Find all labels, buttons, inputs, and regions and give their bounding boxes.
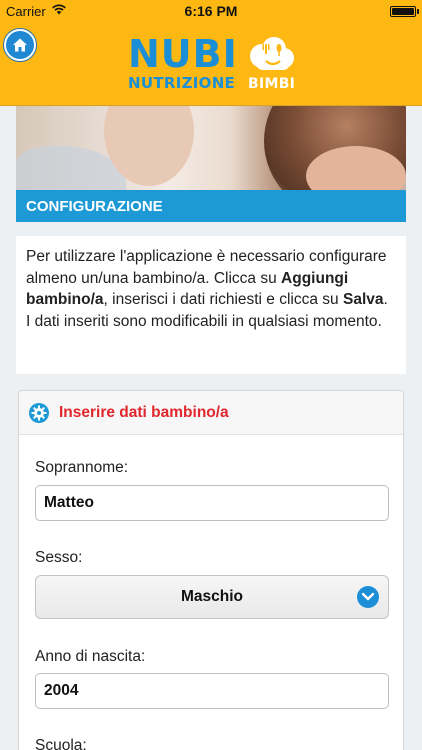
header-banner-image — [16, 106, 406, 190]
school-label: Scuola: — [35, 737, 87, 750]
sex-label: Sesso: — [35, 549, 83, 566]
form-title: Inserire dati bambino/a — [59, 404, 229, 421]
intro-text-part: I dati inseriti sono modificabili in qua… — [26, 312, 382, 330]
app-logo: NUBI NUTRIZIONE BIMBI — [128, 32, 296, 98]
intro-text: Per utilizzare l'applicazione è necessar… — [16, 236, 406, 374]
nickname-input[interactable]: Matteo — [35, 485, 389, 521]
birth-year-input[interactable]: 2004 — [35, 673, 389, 709]
nickname-label: Soprannome: — [35, 459, 129, 476]
save-emphasis: Salva — [342, 291, 384, 308]
status-bar: Carrier 6:16 PM — [0, 0, 422, 22]
sex-select[interactable]: Maschio — [35, 575, 389, 619]
logo-sub-text-nutrizione: NUTRIZIONE — [128, 74, 236, 92]
section-title: CONFIGURAZIONE — [16, 190, 406, 222]
chevron-down-icon — [357, 586, 379, 608]
sex-select-value: Maschio — [180, 588, 243, 605]
app-header: NUBI NUTRIZIONE BIMBI — [0, 22, 422, 106]
clock: 6:16 PM — [184, 3, 238, 19]
battery-icon — [390, 6, 419, 17]
logo-main-text: NUBI — [128, 32, 238, 76]
home-icon — [13, 38, 27, 52]
cloud-mascot-icon — [250, 37, 294, 70]
intro-text-part: . — [383, 291, 388, 308]
gear-icon — [29, 403, 49, 423]
logo-sub-text-bimbi: BIMBI — [248, 76, 296, 92]
birth-year-label: Anno di nascita: — [35, 648, 146, 665]
child-data-form: Inserire dati bambino/a Soprannome: Matt… — [18, 390, 404, 750]
form-header: Inserire dati bambino/a — [19, 391, 403, 435]
home-button[interactable] — [4, 29, 36, 61]
intro-text-part: , inserisci i dati richiesti e clicca su — [103, 291, 343, 308]
